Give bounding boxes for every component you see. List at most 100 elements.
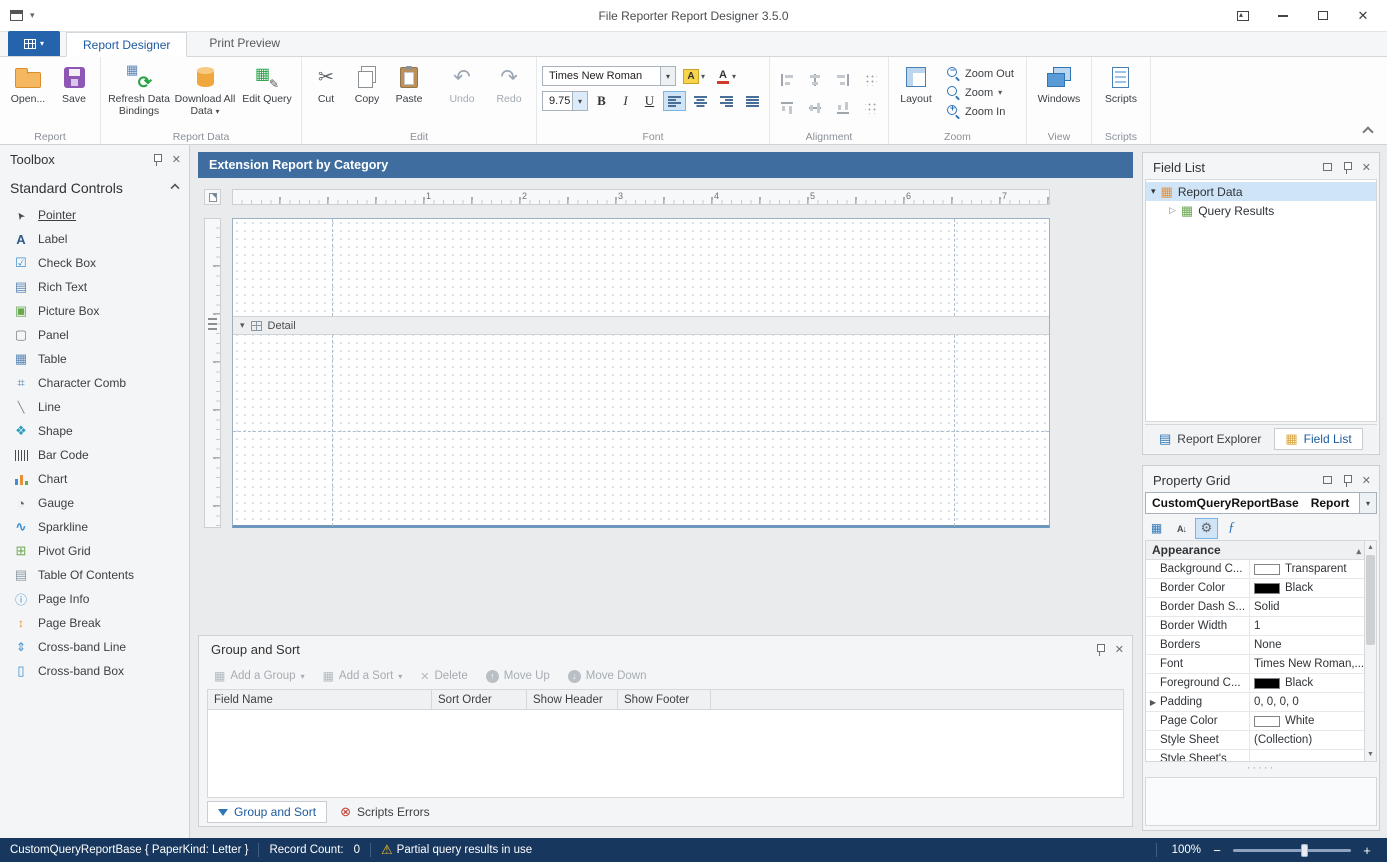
scroll-up-icon[interactable]: ▲ xyxy=(1365,541,1376,554)
download-all-data-button[interactable]: Download All Data xyxy=(174,60,236,118)
zoom-slider-thumb[interactable] xyxy=(1301,844,1308,857)
toolbox-section-standard-controls[interactable]: Standard Controls xyxy=(0,173,189,203)
align-center-button[interactable] xyxy=(689,91,712,111)
toolbox-item-rich-text[interactable]: Rich Text xyxy=(0,275,189,299)
zoom-button[interactable]: Zoom xyxy=(940,83,1021,102)
underline-button[interactable]: U xyxy=(639,91,660,111)
property-value[interactable]: (Collection) xyxy=(1250,731,1365,749)
toolbox-item-pointer[interactable]: Pointer xyxy=(0,203,189,227)
add-group-button[interactable]: Add a Group xyxy=(207,666,312,687)
property-grid-scrollbar[interactable]: ▲ ▼ xyxy=(1364,540,1377,762)
property-value[interactable]: 1 xyxy=(1250,617,1365,635)
close-icon[interactable] xyxy=(1362,161,1371,174)
move-down-button[interactable]: ↓ Move Down xyxy=(561,666,654,687)
align-middles-button[interactable] xyxy=(803,96,827,120)
font-size-combo[interactable]: 9.75 xyxy=(542,91,588,111)
font-family-combo[interactable]: Times New Roman xyxy=(542,66,676,86)
pin-icon[interactable] xyxy=(1342,161,1352,174)
align-bottoms-button[interactable] xyxy=(831,96,855,120)
zoom-in-control[interactable]: + xyxy=(1361,843,1373,858)
refresh-data-bindings-button[interactable]: Refresh Data Bindings xyxy=(106,60,172,118)
zoom-slider[interactable] xyxy=(1233,849,1351,852)
close-button[interactable] xyxy=(1355,8,1371,24)
toolbox-item-gauge[interactable]: Gauge xyxy=(0,491,189,515)
toolbox-item-line[interactable]: Line xyxy=(0,395,189,419)
toolbox-item-picture-box[interactable]: Picture Box xyxy=(0,299,189,323)
toolbox-item-page-info[interactable]: Page Info xyxy=(0,587,189,611)
alphabetical-sort-button[interactable] xyxy=(1170,518,1193,539)
expand-icon[interactable]: ▶ xyxy=(1146,693,1160,711)
undo-button[interactable]: Undo xyxy=(439,60,485,105)
align-right-edges-button[interactable] xyxy=(831,68,855,92)
tab-report-designer[interactable]: Report Designer xyxy=(66,32,187,57)
toolbox-item-table-of-contents[interactable]: Table Of Contents xyxy=(0,563,189,587)
add-sort-button[interactable]: Add a Sort xyxy=(316,666,410,687)
toolbox-item-sparkline[interactable]: Sparkline xyxy=(0,515,189,539)
property-row-font[interactable]: Font Times New Roman,... xyxy=(1146,655,1365,674)
align-to-grid-button[interactable] xyxy=(859,68,883,92)
zoom-out-control[interactable]: − xyxy=(1211,843,1223,858)
toolbox-item-pivot-grid[interactable]: Pivot Grid xyxy=(0,539,189,563)
column-show-footer[interactable]: Show Footer xyxy=(618,690,711,709)
property-value[interactable]: Black xyxy=(1250,579,1365,597)
toolbox-item-cross-band-line[interactable]: Cross-band Line xyxy=(0,635,189,659)
property-row-padding[interactable]: ▶ Padding 0, 0, 0, 0 xyxy=(1146,693,1365,712)
open-button[interactable]: Open... xyxy=(5,60,51,105)
collapse-ribbon-button[interactable] xyxy=(1359,124,1377,140)
column-field-name[interactable]: Field Name xyxy=(208,690,432,709)
equal-spacing-button[interactable] xyxy=(859,96,883,120)
scroll-down-icon[interactable]: ▼ xyxy=(1365,748,1376,761)
minimize-button[interactable] xyxy=(1275,8,1291,24)
copy-button[interactable]: Copy xyxy=(347,60,387,105)
italic-button[interactable]: I xyxy=(615,91,636,111)
edit-query-button[interactable]: Edit Query xyxy=(238,60,296,105)
combo-arrow-icon[interactable] xyxy=(660,67,675,85)
toolbox-item-check-box[interactable]: Check Box xyxy=(0,251,189,275)
group-sort-list[interactable] xyxy=(207,710,1124,798)
maximize-button[interactable] xyxy=(1315,8,1331,24)
property-value[interactable]: White xyxy=(1250,712,1365,730)
close-icon[interactable] xyxy=(172,153,181,166)
close-icon[interactable] xyxy=(1115,643,1124,656)
property-row-page-color[interactable]: Page Color White xyxy=(1146,712,1365,731)
toolbox-item-bar-code[interactable]: Bar Code xyxy=(0,443,189,467)
band-collapse-icon[interactable] xyxy=(240,320,245,331)
toolbox-item-cross-band-box[interactable]: Cross-band Box xyxy=(0,659,189,683)
redo-button[interactable]: Redo xyxy=(487,60,531,105)
app-window-icon[interactable] xyxy=(10,10,23,21)
ribbon-position-button[interactable] xyxy=(1235,8,1251,24)
pin-icon[interactable] xyxy=(1342,474,1352,487)
property-row-border-dash-style[interactable]: Border Dash S... Solid xyxy=(1146,598,1365,617)
align-centers-button[interactable] xyxy=(803,68,827,92)
float-window-icon[interactable] xyxy=(1323,163,1332,171)
quick-access-dropdown-icon[interactable] xyxy=(30,10,35,21)
float-window-icon[interactable] xyxy=(1323,476,1332,484)
tab-report-explorer[interactable]: Report Explorer xyxy=(1149,428,1271,450)
collapse-category-icon[interactable] xyxy=(1356,543,1361,557)
detail-band-header[interactable]: Detail xyxy=(233,316,1049,335)
save-button[interactable]: Save xyxy=(53,60,95,105)
column-sort-order[interactable]: Sort Order xyxy=(432,690,527,709)
scrollbar-thumb[interactable] xyxy=(1366,555,1375,645)
windows-button[interactable]: Windows xyxy=(1032,60,1086,105)
align-justify-button[interactable] xyxy=(741,91,764,111)
toolbox-item-panel[interactable]: Panel xyxy=(0,323,189,347)
tab-field-list[interactable]: Field List xyxy=(1274,428,1362,450)
expander-closed-icon[interactable]: ▷ xyxy=(1169,205,1176,216)
pin-icon[interactable] xyxy=(152,153,162,166)
events-view-button[interactable] xyxy=(1220,518,1243,539)
highlight-color-button[interactable]: A xyxy=(679,66,709,86)
toolbox-item-shape[interactable]: Shape xyxy=(0,419,189,443)
design-surface[interactable]: Detail xyxy=(232,218,1050,528)
paste-button[interactable]: Paste xyxy=(389,60,429,105)
column-show-header[interactable]: Show Header xyxy=(527,690,618,709)
property-value[interactable] xyxy=(1250,750,1365,762)
panel-splitter[interactable] xyxy=(1145,764,1377,775)
category-appearance[interactable]: Appearance xyxy=(1146,541,1365,560)
combo-arrow-icon[interactable] xyxy=(1359,493,1376,513)
cut-button[interactable]: Cut xyxy=(307,60,345,105)
font-color-button[interactable]: A xyxy=(712,66,740,86)
scripts-button[interactable]: Scripts xyxy=(1097,60,1145,105)
property-value[interactable]: Solid xyxy=(1250,598,1365,616)
property-row-borders[interactable]: Borders None xyxy=(1146,636,1365,655)
